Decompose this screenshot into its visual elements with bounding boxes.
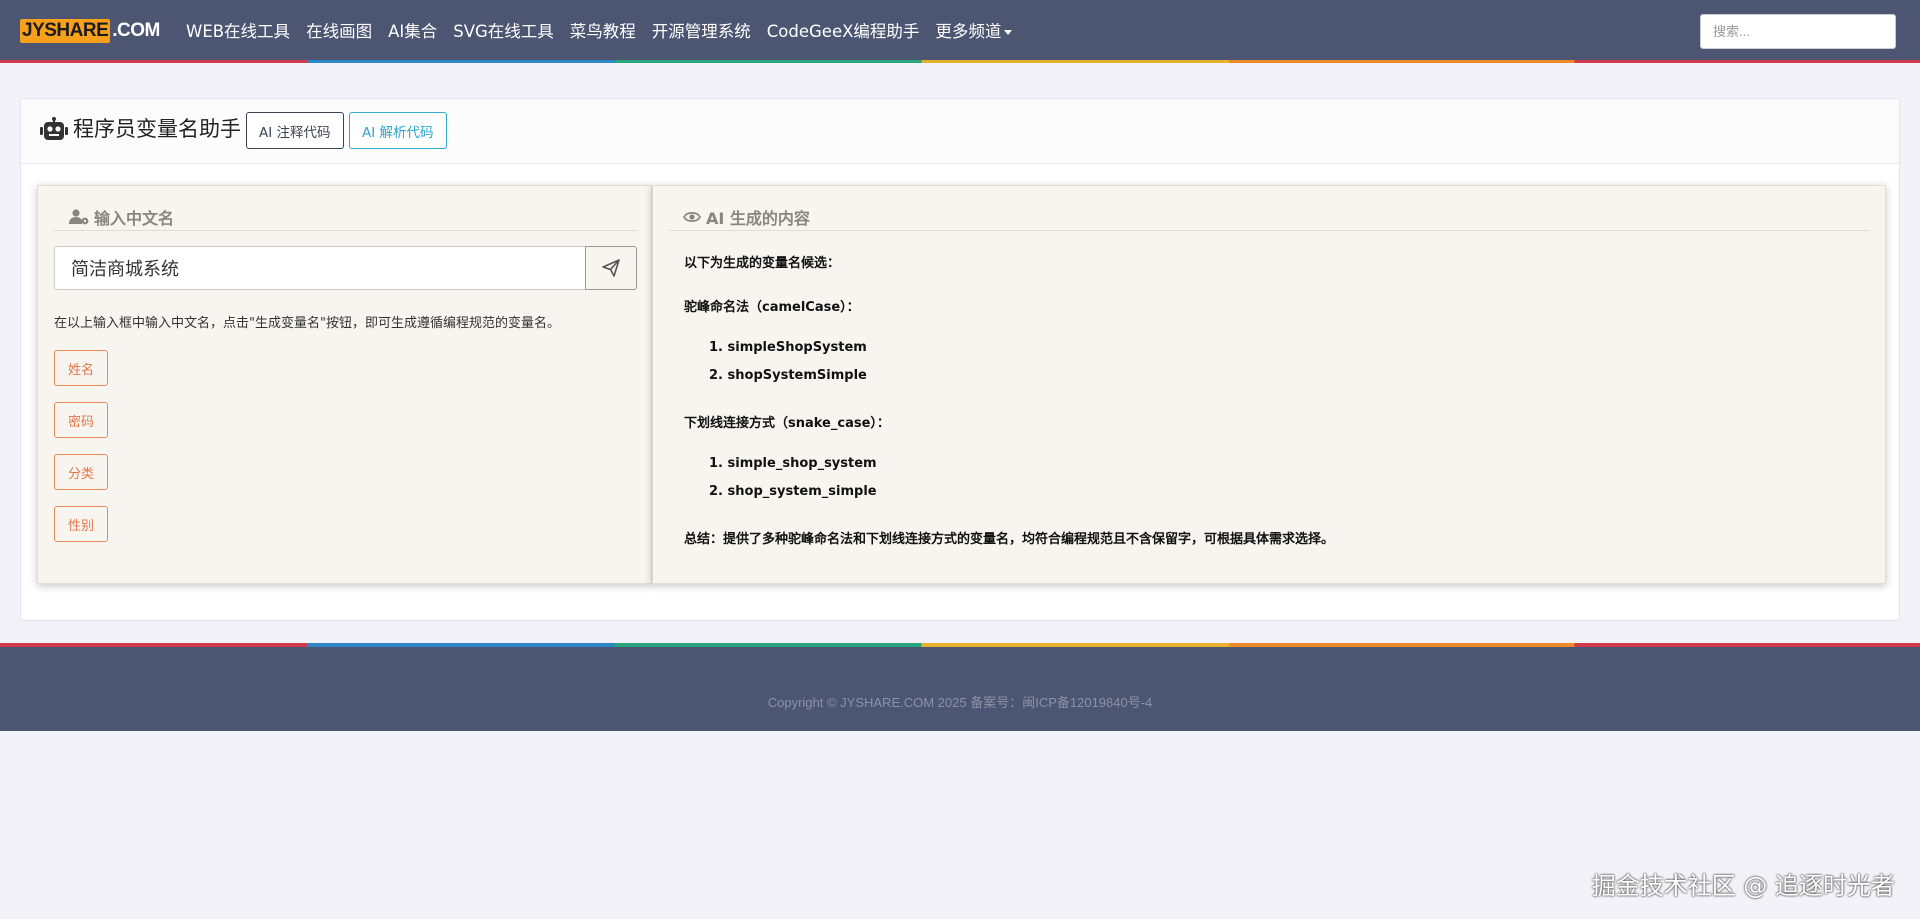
result-intro: 以下为生成的变量名候选： bbox=[684, 256, 841, 271]
input-panel-title: 输入中文名 bbox=[94, 209, 175, 228]
nav-link-open-source-admin[interactable]: 开源管理系统 bbox=[652, 18, 751, 42]
chinese-name-input[interactable] bbox=[54, 246, 585, 290]
main-nav: WEB在线工具 在线画图 AI集合 SVG在线工具 菜鸟教程 开源管理系统 Co… bbox=[186, 0, 1028, 60]
site-logo[interactable]: JYSHARE .COM bbox=[20, 18, 160, 43]
tag-button-gender[interactable]: 性别 bbox=[54, 506, 108, 542]
top-navbar: JYSHARE .COM WEB在线工具 在线画图 AI集合 SVG在线工具 菜… bbox=[0, 0, 1920, 63]
list-item: 1. simple_shop_system bbox=[709, 456, 877, 471]
name-input-group bbox=[54, 246, 637, 290]
snakecase-item-2: shop_system_simple bbox=[727, 484, 877, 499]
tool-card: 程序员变量名助手 AI 注释代码 AI 解析代码 输入中文名 在以上输入框中输入… bbox=[20, 98, 1900, 621]
eye-icon bbox=[683, 211, 701, 223]
nav-dropdown-more[interactable]: 更多频道 bbox=[935, 18, 1013, 42]
output-panel-header: AI 生成的内容 bbox=[669, 204, 1870, 231]
snakecase-item-1: simple_shop_system bbox=[727, 456, 877, 471]
copyright-text: Copyright © JYSHARE.COM 2025 备案号：闽ICP备12… bbox=[767, 695, 1153, 710]
input-hint: 在以上输入框中输入中文名，点击"生成变量名"按钮，即可生成遵循编程规范的变量名。 bbox=[54, 316, 560, 331]
watermark-text: 掘金技术社区 @ 追逐时光者 bbox=[1591, 872, 1895, 900]
user-gear-icon bbox=[69, 209, 89, 225]
list-item: 1. simpleShopSystem bbox=[709, 340, 867, 355]
nav-link-svg-tools[interactable]: SVG在线工具 bbox=[453, 18, 554, 42]
ai-parse-code-button[interactable]: AI 解析代码 bbox=[349, 112, 447, 149]
page-title: 程序员变量名助手 bbox=[73, 117, 241, 141]
list-item: 2. shop_system_simple bbox=[709, 484, 877, 499]
paper-plane-icon bbox=[602, 259, 620, 277]
result-summary: 总结：提供了多种驼峰命名法和下划线连接方式的变量名，均符合编程规范且不含保留字，… bbox=[684, 532, 1335, 547]
input-panel-header: 输入中文名 bbox=[54, 204, 637, 231]
output-panel-title: AI 生成的内容 bbox=[706, 209, 810, 228]
robot-icon bbox=[40, 117, 68, 145]
ai-annotate-code-button[interactable]: AI 注释代码 bbox=[246, 112, 344, 149]
logo-suffix-text: .COM bbox=[112, 19, 160, 41]
snakecase-heading: 下划线连接方式（snake_case）： bbox=[684, 416, 890, 431]
footer-color-strip bbox=[0, 643, 1920, 647]
output-panel: AI 生成的内容 以下为生成的变量名候选： 驼峰命名法（camelCase）： … bbox=[652, 185, 1886, 584]
caret-down-icon bbox=[1004, 30, 1013, 35]
page-footer: Copyright © JYSHARE.COM 2025 备案号：闽ICP备12… bbox=[0, 643, 1920, 731]
logo-main-text: JYSHARE bbox=[20, 18, 111, 43]
search-input[interactable] bbox=[1700, 14, 1896, 49]
generate-variable-name-button[interactable] bbox=[585, 246, 637, 290]
tag-button-password[interactable]: 密码 bbox=[54, 402, 108, 438]
nav-link-codegeex[interactable]: CodeGeeX编程助手 bbox=[767, 18, 920, 42]
camelcase-item-1: simpleShopSystem bbox=[727, 340, 867, 355]
nav-color-strip bbox=[0, 60, 1920, 63]
input-panel: 输入中文名 在以上输入框中输入中文名，点击"生成变量名"按钮，即可生成遵循编程规… bbox=[37, 185, 652, 584]
nav-link-web-tools[interactable]: WEB在线工具 bbox=[186, 18, 290, 42]
nav-more-label: 更多频道 bbox=[935, 22, 1002, 41]
tag-button-name[interactable]: 姓名 bbox=[54, 350, 108, 386]
nav-link-drawing[interactable]: 在线画图 bbox=[306, 18, 372, 42]
camelcase-heading: 驼峰命名法（camelCase）： bbox=[684, 300, 860, 315]
list-item: 2. shopSystemSimple bbox=[709, 368, 867, 383]
card-header: 程序员变量名助手 AI 注释代码 AI 解析代码 bbox=[21, 99, 1899, 164]
camelcase-item-2: shopSystemSimple bbox=[727, 368, 867, 383]
nav-link-ai-collection[interactable]: AI集合 bbox=[388, 18, 437, 42]
nav-link-runoob[interactable]: 菜鸟教程 bbox=[570, 18, 636, 42]
tag-button-category[interactable]: 分类 bbox=[54, 454, 108, 490]
